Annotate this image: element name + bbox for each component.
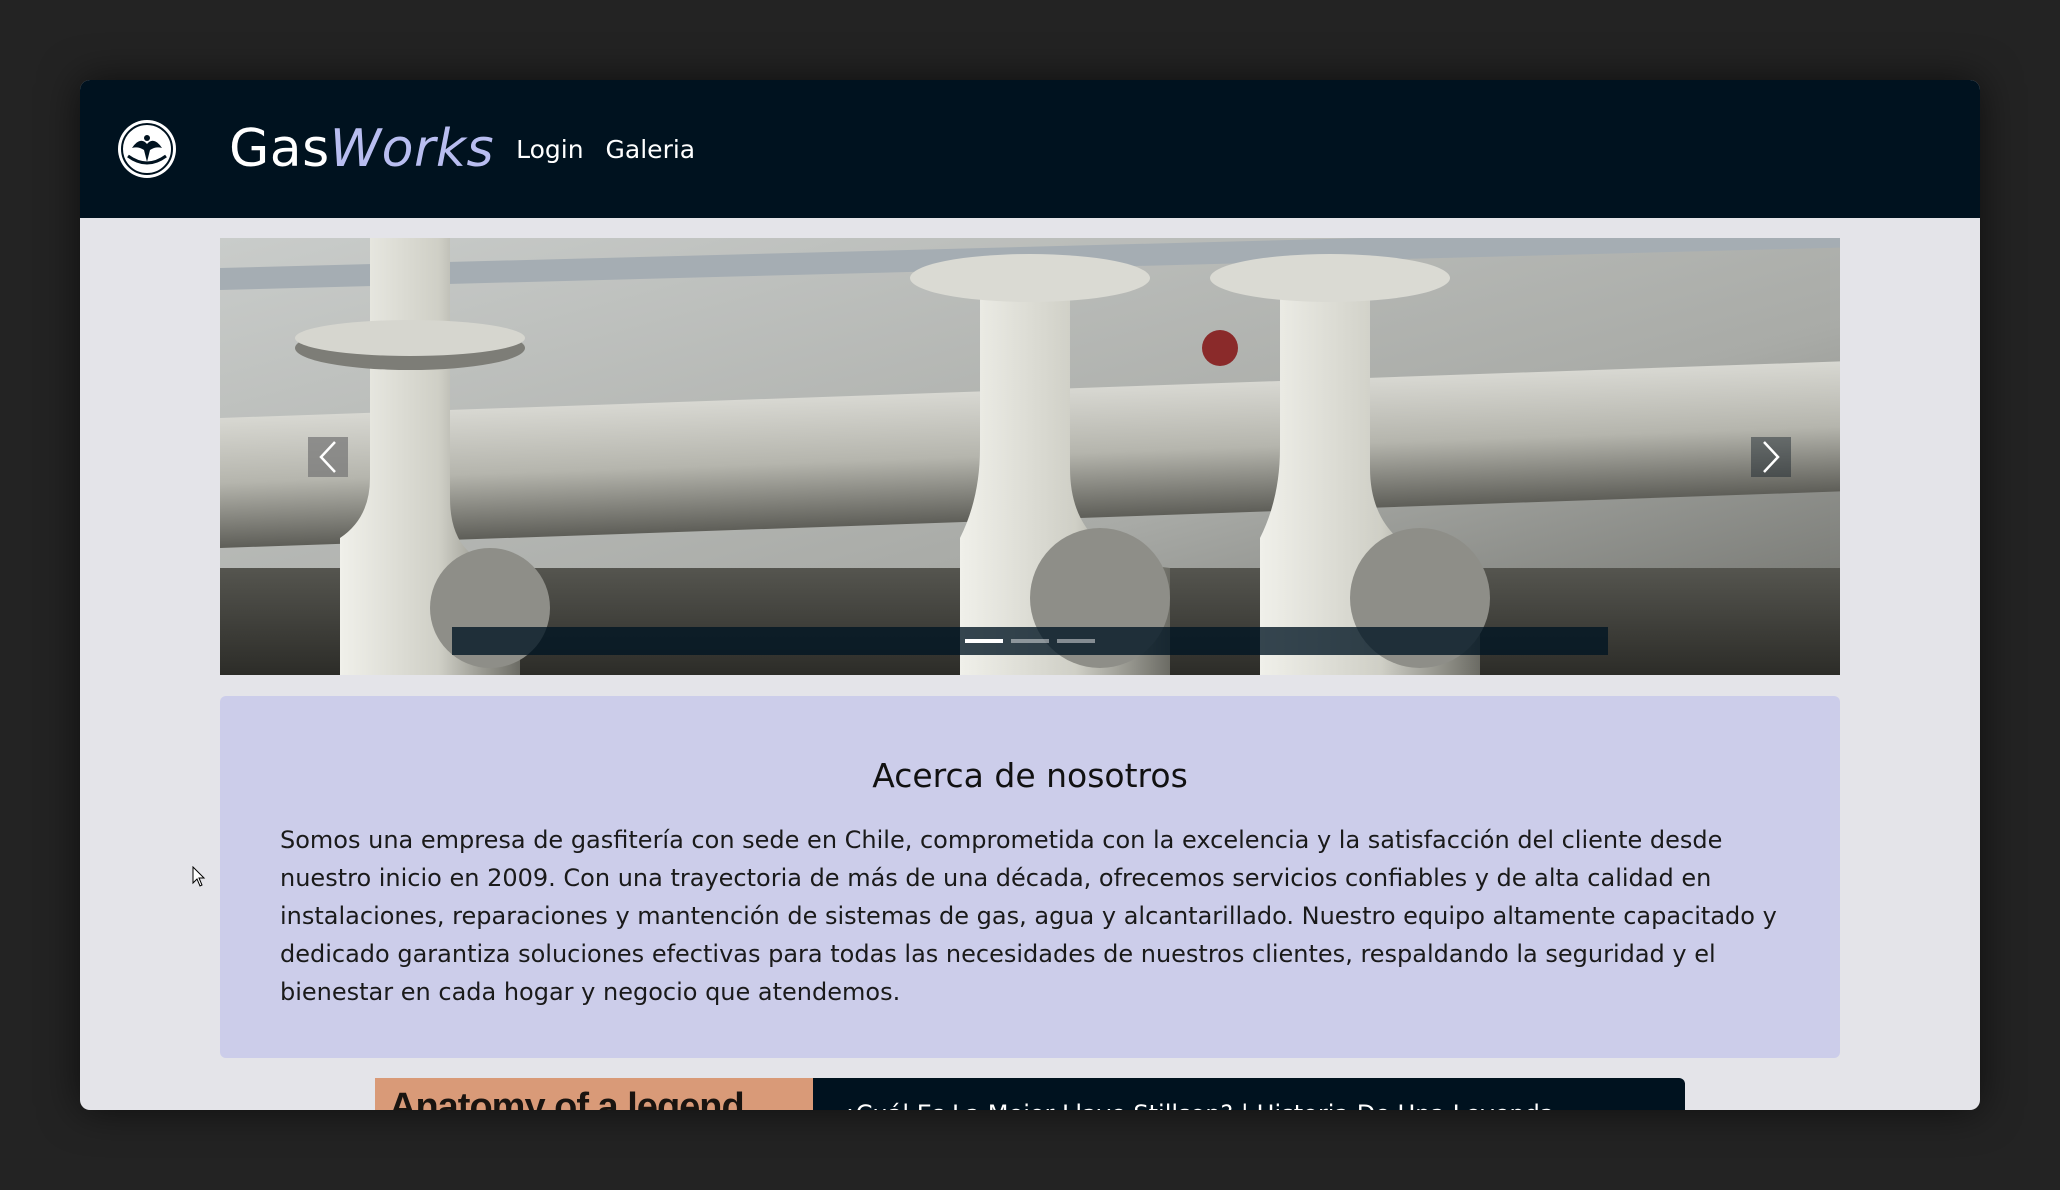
- mouse-cursor-icon: [192, 866, 206, 887]
- video-thumbnail[interactable]: Anatomy of a legend: [375, 1078, 813, 1110]
- carousel-indicators: [452, 627, 1608, 655]
- nav-galeria-link[interactable]: Galeria: [606, 135, 696, 164]
- about-title: Acerca de nosotros: [872, 756, 1188, 795]
- image-carousel: [220, 238, 1840, 675]
- carousel-indicator-1[interactable]: [965, 639, 1003, 643]
- carousel-pipes-image: [220, 238, 1840, 675]
- video-card[interactable]: Anatomy of a legend ¿Cuál Es La Mejor Ll…: [375, 1078, 1685, 1110]
- video-title-bar[interactable]: ¿Cuál Es La Mejor Llave Stillson? | Hist…: [813, 1078, 1685, 1110]
- video-title: ¿Cuál Es La Mejor Llave Stillson? | Hist…: [843, 1100, 1555, 1110]
- chevron-left-icon: [319, 441, 336, 473]
- carousel-indicator-3[interactable]: [1057, 639, 1095, 643]
- brand-logo-text[interactable]: GasWorks: [229, 119, 494, 179]
- nav-login-link[interactable]: Login: [516, 135, 583, 164]
- about-body: Somos una empresa de gasfitería con sede…: [280, 826, 1777, 1006]
- browser-window: GasWorks Login Galeria Acerca de nosotro…: [80, 80, 1980, 1110]
- about-section: Acerca de nosotros Somos una empresa de …: [220, 696, 1840, 1058]
- carousel-indicator-2[interactable]: [1011, 639, 1049, 643]
- carousel-prev-button[interactable]: [308, 437, 348, 477]
- eagle-emblem-icon[interactable]: [112, 118, 182, 180]
- brand-part-works: Works: [329, 119, 495, 179]
- chevron-right-icon: [1763, 441, 1780, 473]
- navbar: GasWorks Login Galeria: [80, 80, 1980, 218]
- video-thumbnail-text: Anatomy of a legend: [389, 1086, 745, 1110]
- brand-part-gas: Gas: [229, 119, 330, 179]
- carousel-next-button[interactable]: [1751, 437, 1791, 477]
